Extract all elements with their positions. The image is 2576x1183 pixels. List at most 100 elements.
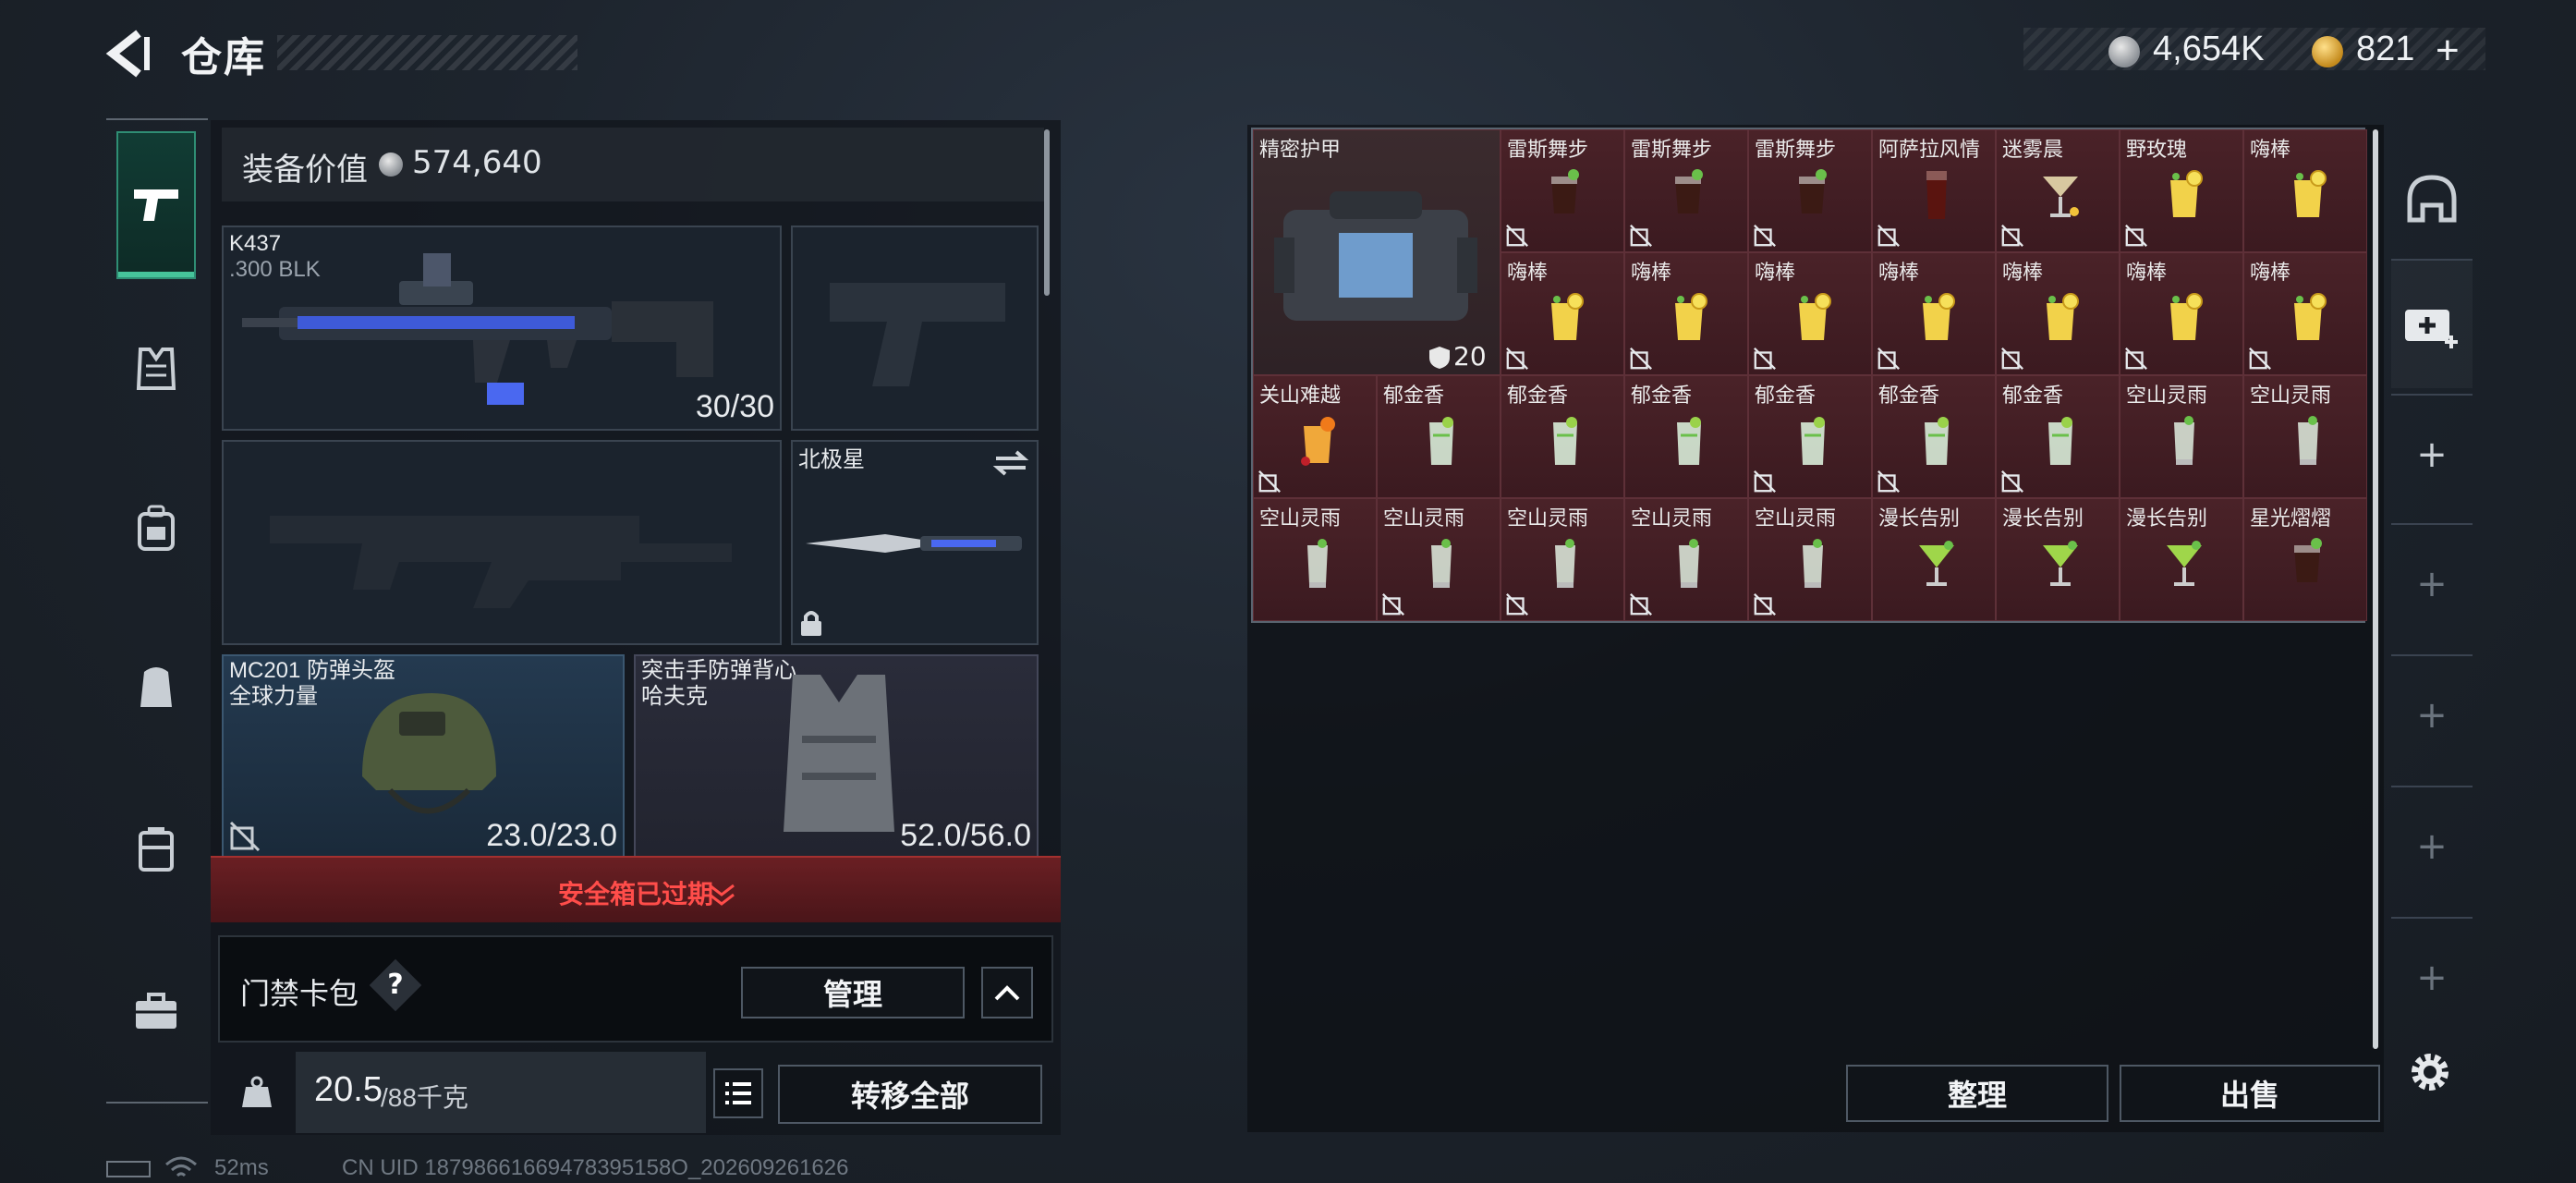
helmet-brand: 全球力量	[229, 684, 318, 709]
swap-icon[interactable]	[992, 449, 1029, 477]
item-name: 空山灵雨	[1631, 507, 1713, 531]
item-name: 空山灵雨	[1383, 507, 1465, 531]
add-slot-1[interactable]: +	[2391, 394, 2473, 514]
drink-icon	[2048, 417, 2072, 465]
rail-weapons[interactable]	[116, 131, 196, 279]
stash-item[interactable]: 野玫瑰	[2120, 129, 2243, 252]
rifle-placeholder-icon	[270, 516, 732, 608]
list-icon	[725, 1082, 751, 1104]
equip-scrollbar[interactable]	[1044, 129, 1050, 296]
rail-helmet-tab[interactable]	[2393, 148, 2471, 250]
stash-item[interactable]: 嗨棒	[2243, 129, 2367, 252]
stash-item[interactable]: 嗨棒	[2243, 252, 2367, 375]
stash-item[interactable]: 嗨棒	[1996, 252, 2120, 375]
stash-item[interactable]: 星光熠熠	[2243, 498, 2367, 621]
rail-rig[interactable]	[116, 647, 196, 726]
stash-item[interactable]: 郁金香	[1872, 375, 1996, 498]
no-insure-icon	[2001, 225, 2023, 247]
stash-item[interactable]: 郁金香	[1996, 375, 2120, 498]
stash-item[interactable]: 郁金香	[1624, 375, 1748, 498]
stash-item[interactable]: 嗨棒	[1872, 252, 1996, 375]
collapse-button[interactable]	[981, 967, 1033, 1018]
armor-item[interactable]: 精密护甲 20	[1253, 129, 1501, 375]
manage-button[interactable]: 管理	[741, 967, 965, 1018]
stash-scrollbar[interactable]	[2373, 129, 2378, 1049]
no-insure-icon	[1258, 470, 1281, 493]
pistol-slot[interactable]	[791, 226, 1039, 431]
stash-item[interactable]: 嗨棒	[1624, 252, 1748, 375]
stash-item[interactable]: 空山灵雨	[1377, 498, 1501, 621]
item-name: 嗨棒	[2126, 262, 2168, 285]
help-icon[interactable]: ?	[377, 969, 414, 1001]
stash-item[interactable]: 关山难越	[1253, 375, 1377, 498]
stash-item[interactable]: 漫长告别	[2120, 498, 2243, 621]
vest-brand: 哈夫克	[641, 684, 708, 709]
drink-icon	[1431, 539, 1452, 588]
item-name: 雷斯舞步	[1755, 139, 1837, 162]
stash-item[interactable]: 漫长告别	[1996, 498, 2120, 621]
drink-icon	[1925, 417, 1949, 465]
rail-medkit-tab[interactable]	[2391, 259, 2473, 388]
item-name: 空山灵雨	[2126, 384, 2208, 408]
no-insure-icon	[1877, 348, 1900, 370]
stash-item[interactable]: 漫长告别	[1872, 498, 1996, 621]
stash-item[interactable]: 迷雾晨	[1996, 129, 2120, 252]
item-name: 漫长告别	[1878, 507, 1961, 531]
armor-icon	[136, 348, 176, 390]
item-name: 郁金香	[1383, 384, 1445, 408]
back-button[interactable]	[102, 26, 157, 81]
sell-button[interactable]: 出售	[2120, 1065, 2380, 1122]
add-slot-2[interactable]: +	[2391, 523, 2473, 643]
stash-item[interactable]: 郁金香	[1377, 375, 1501, 498]
stash-item[interactable]: 空山灵雨	[2243, 375, 2367, 498]
stash-item[interactable]: 嗨棒	[1748, 252, 1872, 375]
drink-icon	[2167, 541, 2202, 586]
stash-item[interactable]: 空山灵雨	[1748, 498, 1872, 621]
transfer-all-button[interactable]: 转移全部	[778, 1065, 1042, 1124]
helmet-icon	[362, 693, 496, 814]
no-insure-icon	[1754, 225, 1776, 247]
drink-icon	[2294, 538, 2322, 582]
drink-icon	[1301, 417, 1335, 466]
helmet-slot[interactable]: MC201 防弹头盔 全球力量 23.0/23.0	[222, 654, 625, 858]
stash-item[interactable]: 阿萨拉风情	[1872, 129, 1996, 252]
drink-icon	[1551, 293, 1584, 340]
item-name: 雷斯舞步	[1507, 139, 1589, 162]
no-insure-icon	[1754, 470, 1776, 493]
stash-item[interactable]: 空山灵雨	[2120, 375, 2243, 498]
add-currency-button[interactable]: +	[2436, 28, 2460, 74]
stash-item[interactable]: 嗨棒	[1501, 252, 1624, 375]
secondary-weapon-slot[interactable]	[222, 440, 782, 645]
stash-item[interactable]: 嗨棒	[2120, 252, 2243, 375]
melee-slot[interactable]: 北极星	[791, 440, 1039, 645]
rail-armor[interactable]	[116, 329, 196, 409]
stash-item[interactable]: 空山灵雨	[1624, 498, 1748, 621]
rail-container[interactable]	[116, 810, 196, 889]
item-name: 嗨棒	[2250, 139, 2291, 162]
stash-item[interactable]: 郁金香	[1748, 375, 1872, 498]
primary-weapon-slot[interactable]: K437 .300 BLK 30/30	[222, 226, 782, 431]
drink-icon	[1675, 293, 1707, 340]
add-slot-4[interactable]: +	[2391, 786, 2473, 906]
add-slot-3[interactable]: +	[2391, 654, 2473, 774]
add-slot-5[interactable]: +	[2391, 917, 2473, 1037]
drink-icon	[1679, 539, 1699, 588]
rifle-icon	[242, 253, 713, 405]
settings-button[interactable]	[2402, 1044, 2458, 1100]
safe-box-banner[interactable]: 安全箱已过期	[211, 856, 1061, 922]
stash-item[interactable]: 雷斯舞步	[1748, 129, 1872, 252]
sort-button[interactable]: 整理	[1846, 1065, 2108, 1122]
rail-briefcase[interactable]	[116, 972, 196, 1052]
list-view-button[interactable]	[713, 1068, 763, 1118]
drink-icon	[2170, 170, 2203, 217]
stash-item[interactable]: 雷斯舞步	[1624, 129, 1748, 252]
vest-slot[interactable]: 突击手防弹背心 哈夫克 52.0/56.0	[634, 654, 1039, 858]
stash-item[interactable]: 空山灵雨	[1501, 498, 1624, 621]
stash-item[interactable]: 空山灵雨	[1253, 498, 1377, 621]
no-insure-icon	[1506, 225, 1528, 247]
pistol-placeholder-icon	[830, 283, 1005, 386]
stash-item[interactable]: 郁金香	[1501, 375, 1624, 498]
no-insure-icon	[2125, 225, 2147, 247]
stash-item[interactable]: 雷斯舞步	[1501, 129, 1624, 252]
rail-backpack[interactable]	[116, 488, 196, 567]
